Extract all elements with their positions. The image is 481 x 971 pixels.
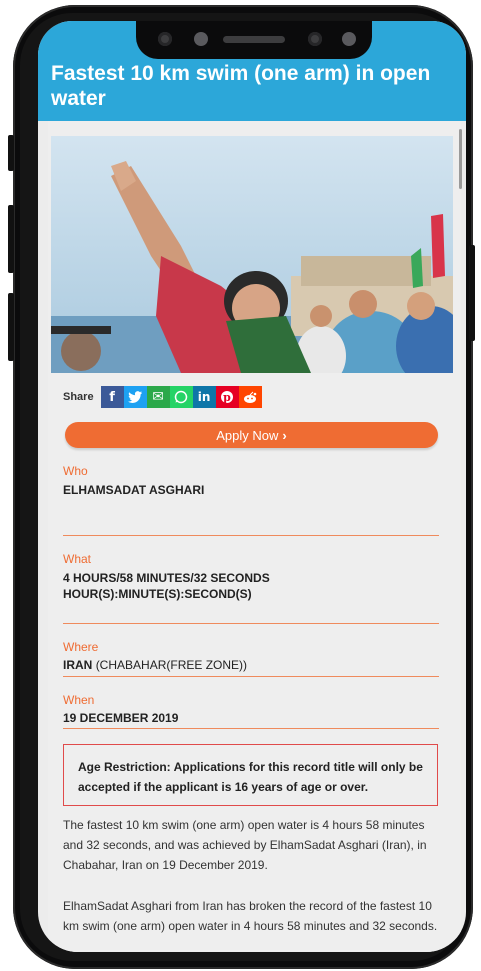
divider <box>63 535 439 536</box>
divider <box>63 728 439 729</box>
envelope-icon: ✉ <box>152 389 164 405</box>
page-title: Fastest 10 km swim (one arm) in open wat… <box>51 62 431 110</box>
facebook-share-button[interactable]: f <box>100 386 124 408</box>
share-bar: Share f ✉ in p <box>63 386 262 408</box>
reddit-share-button[interactable] <box>238 386 262 408</box>
facebook-icon: f <box>109 389 115 405</box>
front-camera-icon <box>308 32 322 46</box>
apply-now-button[interactable]: Apply Now › <box>65 422 438 448</box>
apply-now-label: Apply Now <box>216 427 279 443</box>
twitter-icon <box>128 391 143 403</box>
what-value-time: 4 HOURS/58 MINUTES/32 SECONDS <box>63 571 270 585</box>
record-description: The fastest 10 km swim (one arm) open wa… <box>63 818 427 872</box>
record-photo <box>51 136 453 373</box>
reddit-icon <box>244 391 257 403</box>
pinterest-share-button[interactable]: p <box>215 386 239 408</box>
divider <box>63 623 439 624</box>
phone-notch <box>136 21 372 59</box>
whatsapp-share-button[interactable] <box>169 386 193 408</box>
linkedin-icon: in <box>197 390 211 404</box>
chevron-right-icon: › <box>282 427 287 443</box>
where-country: IRAN <box>63 658 93 672</box>
phone-mute-button <box>8 135 14 171</box>
where-place: (CHABAHAR(FREE ZONE)) <box>95 658 248 672</box>
linkedin-share-button[interactable]: in <box>192 386 216 408</box>
swimmer-celebrating-photo <box>51 136 453 373</box>
email-share-button[interactable]: ✉ <box>146 386 170 408</box>
scrollbar[interactable] <box>459 129 462 189</box>
age-restriction-notice: Age Restriction: Applications for this r… <box>63 744 438 806</box>
phone-power-button <box>469 245 475 341</box>
divider <box>63 676 439 677</box>
where-value: IRAN (CHABAHAR(FREE ZONE)) <box>63 657 438 673</box>
who-value: ELHAMSADAT ASGHARI <box>63 483 205 497</box>
proximity-sensor-icon <box>342 32 356 46</box>
phone-screen: Fastest 10 km swim (one arm) in open wat… <box>38 21 466 952</box>
pinterest-icon: p <box>221 391 234 404</box>
whatsapp-icon <box>174 390 188 404</box>
when-label: When <box>63 693 95 707</box>
what-label: What <box>63 552 92 566</box>
sensor-icon <box>158 32 172 46</box>
record-description-detail: ElhamSadat Asghari from Iran has broken … <box>63 899 438 933</box>
twitter-share-button[interactable] <box>123 386 147 408</box>
what-value-unit: HOUR(S):MINUTE(S):SECOND(S) <box>63 587 252 601</box>
phone-volume-down-button <box>8 293 14 361</box>
share-label: Share <box>63 391 94 403</box>
when-value: 19 DECEMBER 2019 <box>63 711 179 725</box>
who-label: Who <box>63 464 88 478</box>
speaker-grille <box>223 36 285 43</box>
sensor-dot-icon <box>194 32 208 46</box>
svg-text:p: p <box>223 391 231 404</box>
where-label: Where <box>63 640 99 654</box>
phone-volume-up-button <box>8 205 14 273</box>
